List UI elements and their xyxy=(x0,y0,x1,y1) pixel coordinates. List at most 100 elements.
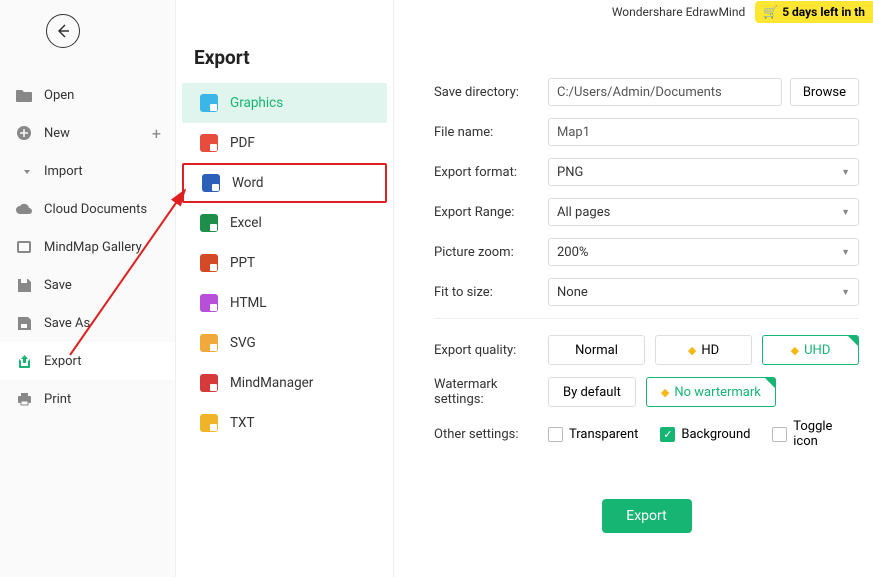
format-pdf-label: PDF xyxy=(230,135,255,151)
watermark-none[interactable]: ◆No wartermark xyxy=(646,377,776,407)
format-word-label: Word xyxy=(232,175,264,191)
format-txt[interactable]: TXT xyxy=(182,403,387,443)
menu-gallery-label: MindMap Gallery xyxy=(44,240,142,255)
savedir-label: Save directory: xyxy=(434,85,548,100)
word-icon xyxy=(202,174,220,192)
menu-cloud[interactable]: Cloud Documents xyxy=(0,190,175,228)
gallery-icon xyxy=(16,239,32,255)
format-excel-label: Excel xyxy=(230,215,262,231)
export-format-panel: Export Graphics PDF Word Excel PPT HTML … xyxy=(176,0,394,577)
chk-background-label: Background xyxy=(681,427,750,442)
format-value: PNG xyxy=(557,165,583,180)
format-word[interactable]: Word xyxy=(182,163,387,203)
export-settings-panel: Save directory: Browse File name: Export… xyxy=(394,0,873,577)
checkbox-icon xyxy=(772,427,787,442)
quality-uhd[interactable]: ◆ UHD xyxy=(762,335,859,365)
watermark-label: Watermark settings: xyxy=(434,377,548,407)
menu-save[interactable]: Save xyxy=(0,266,175,304)
format-ppt-label: PPT xyxy=(230,255,255,271)
plus-icon: + xyxy=(152,124,161,143)
chk-toggle[interactable]: Toggle icon xyxy=(772,419,859,449)
format-select[interactable]: PNG ▼ xyxy=(548,158,859,186)
chk-toggle-label: Toggle icon xyxy=(793,419,859,449)
folder-icon xyxy=(16,87,32,103)
quality-normal[interactable]: Normal xyxy=(548,335,645,365)
fit-select[interactable]: None ▼ xyxy=(548,278,859,306)
diamond-icon: ◆ xyxy=(688,344,696,357)
save-icon xyxy=(16,277,32,293)
trial-badge[interactable]: 🛒 5 days left in th xyxy=(755,1,873,23)
chk-transparent-label: Transparent xyxy=(569,427,638,442)
checkbox-icon xyxy=(548,427,563,442)
menu-export[interactable]: Export xyxy=(0,342,175,380)
format-mindmanager[interactable]: MindManager xyxy=(182,363,387,403)
watermark-default[interactable]: By default xyxy=(548,377,636,407)
graphics-icon xyxy=(200,94,218,112)
export-button[interactable]: Export xyxy=(602,499,692,533)
format-excel[interactable]: Excel xyxy=(182,203,387,243)
export-title: Export xyxy=(176,46,393,83)
zoom-label: Picture zoom: xyxy=(434,245,548,260)
svg-icon xyxy=(200,334,218,352)
menu-gallery[interactable]: MindMap Gallery xyxy=(0,228,175,266)
saveas-icon xyxy=(16,315,32,331)
cart-icon: 🛒 xyxy=(763,5,778,19)
filename-input[interactable] xyxy=(548,118,859,146)
menu-open-label: Open xyxy=(44,88,74,103)
menu-print-label: Print xyxy=(44,392,71,407)
fit-label: Fit to size: xyxy=(434,285,548,300)
format-html-label: HTML xyxy=(230,295,267,311)
app-brand: Wondershare EdrawMind xyxy=(612,5,745,19)
menu-import[interactable]: Import xyxy=(0,152,175,190)
quality-uhd-label: UHD xyxy=(804,343,830,358)
chk-transparent[interactable]: Transparent xyxy=(548,419,638,449)
menu-open[interactable]: Open xyxy=(0,76,175,114)
format-html[interactable]: HTML xyxy=(182,283,387,323)
watermark-none-label: No wartermark xyxy=(674,385,761,400)
menu-new-label: New xyxy=(44,126,70,141)
caret-down-icon: ▼ xyxy=(841,207,850,218)
print-icon xyxy=(16,391,32,407)
browse-button[interactable]: Browse xyxy=(790,78,859,106)
format-mindmanager-label: MindManager xyxy=(230,375,313,391)
menu-print[interactable]: Print xyxy=(0,380,175,418)
cloud-icon xyxy=(16,201,32,217)
format-svg-label: SVG xyxy=(230,335,256,351)
plus-circle-icon xyxy=(16,125,32,141)
chk-background[interactable]: ✓ Background xyxy=(660,419,750,449)
txt-icon xyxy=(200,414,218,432)
menu-export-label: Export xyxy=(44,354,82,369)
zoom-select[interactable]: 200%▼ xyxy=(548,238,859,266)
back-button[interactable] xyxy=(46,14,80,48)
menu-import-label: Import xyxy=(44,164,83,179)
menu-saveas[interactable]: Save As xyxy=(0,304,175,342)
trial-text: 5 days left in th xyxy=(782,5,865,19)
fit-value: None xyxy=(557,285,588,300)
savedir-input[interactable] xyxy=(548,78,782,106)
html-icon xyxy=(200,294,218,312)
range-select[interactable]: All pages▼ xyxy=(548,198,859,226)
other-label: Other settings: xyxy=(434,427,548,442)
menu-new[interactable]: New + xyxy=(0,114,175,152)
format-svg[interactable]: SVG xyxy=(182,323,387,363)
file-menu-sidebar: Open New + Import Cloud Documents MindMap… xyxy=(0,0,176,577)
arrow-left-icon xyxy=(55,23,71,39)
diamond-icon: ◆ xyxy=(791,344,799,357)
caret-down-icon: ▼ xyxy=(841,167,850,178)
format-pdf[interactable]: PDF xyxy=(182,123,387,163)
ppt-icon xyxy=(200,254,218,272)
quality-hd-label: HD xyxy=(701,343,719,358)
format-ppt[interactable]: PPT xyxy=(182,243,387,283)
import-icon xyxy=(16,163,32,179)
menu-saveas-label: Save As xyxy=(44,316,90,331)
divider xyxy=(434,318,859,319)
caret-down-icon: ▼ xyxy=(841,247,850,258)
checkbox-checked-icon: ✓ xyxy=(660,427,675,442)
export-icon xyxy=(16,353,32,369)
menu-save-label: Save xyxy=(44,278,72,293)
format-graphics[interactable]: Graphics xyxy=(182,83,387,123)
caret-down-icon: ▼ xyxy=(841,287,850,298)
filename-label: File name: xyxy=(434,125,548,140)
quality-hd[interactable]: ◆ HD xyxy=(655,335,752,365)
format-label: Export format: xyxy=(434,165,548,180)
